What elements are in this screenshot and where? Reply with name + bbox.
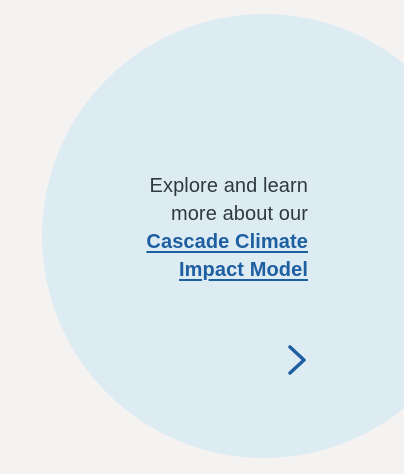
cascade-climate-impact-model-link[interactable]: Cascade Climate Impact Model: [68, 228, 308, 284]
link-line-1: Cascade Climate: [146, 231, 308, 253]
promo-message: Explore and learn more about our Cascade…: [68, 172, 308, 284]
next-arrow-button[interactable]: [278, 340, 316, 380]
promo-card: Explore and learn more about our Cascade…: [0, 0, 404, 474]
promo-line-1: Explore and learn: [149, 175, 308, 197]
promo-line-2: more about our: [170, 203, 308, 225]
link-line-2: Impact Model: [179, 259, 308, 281]
chevron-right-icon: [288, 345, 306, 375]
